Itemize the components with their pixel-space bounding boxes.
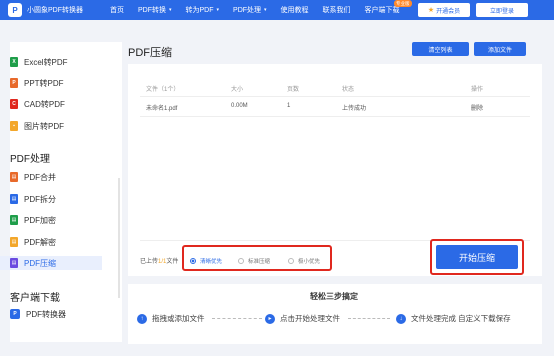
chevron-down-icon: ▾ <box>216 7 220 13</box>
split-icon: ▤ <box>10 194 18 204</box>
sidebar-scrollbar[interactable] <box>118 178 120 298</box>
col-pages: 页数 <box>287 87 300 93</box>
sidebar-item-cad-to-pdf[interactable]: C CAD转PDF <box>10 97 65 111</box>
sidebar-item-image-to-pdf[interactable]: ▪ 图片转PDF <box>10 119 64 133</box>
option-standard-compress[interactable]: 标准压缩 <box>238 257 270 265</box>
clear-list-button[interactable]: 清空列表 <box>412 42 469 56</box>
page-title: PDF压缩 <box>128 47 172 59</box>
download-icon: ↓ <box>396 313 406 324</box>
nav-home[interactable]: 首页 <box>110 5 124 15</box>
sidebar-item-excel-to-pdf[interactable]: X Excel转PDF <box>10 55 68 69</box>
table-divider <box>140 116 530 117</box>
option-clarity-first[interactable]: 清晰优先 <box>190 257 222 265</box>
pro-badge: 专业版 <box>394 0 412 7</box>
top-navbar: P 小圆象PDF转换器 首页 PDF转换 ▾ 转为PDF ▾ PDF处理 ▾ 使用教程… <box>0 0 554 20</box>
lock-icon: ▤ <box>10 215 18 225</box>
sidebar-item-pdf-merge[interactable]: ▤ PDF合并 <box>10 170 56 184</box>
cell-size: 0.00M <box>231 103 248 109</box>
upload-icon: ↑ <box>137 313 147 324</box>
chevron-down-icon: ▾ <box>264 7 267 13</box>
nav-contact[interactable]: 联系我们 <box>323 5 351 15</box>
cell-filename: 未命名1.pdf <box>146 106 178 112</box>
chevron-down-icon: ▾ <box>169 7 172 13</box>
sidebar-section-pdf-process: PDF处理 <box>10 154 50 165</box>
nav-to-pdf[interactable]: 转为PDF ▾ <box>186 5 220 15</box>
logo-icon: P <box>8 3 22 17</box>
main-nav: 首页 PDF转换 ▾ 转为PDF ▾ PDF处理 ▾ 使用教程 联系我们 客户端下载专… <box>110 0 414 15</box>
sidebar-section-download: 客户端下载 <box>10 293 60 304</box>
sidebar-item-pdf-compress[interactable]: ▤ PDF压缩 <box>0 256 102 270</box>
col-status: 状态 <box>342 87 355 93</box>
cell-status: 上传成功 <box>342 106 367 112</box>
radio-unselected <box>238 258 244 264</box>
step-1: ↑ 拖拽或添加文件 <box>137 313 205 324</box>
table-divider <box>140 96 530 97</box>
step-connector <box>212 318 262 319</box>
ppt-icon: P <box>10 78 18 88</box>
radio-selected <box>190 258 196 264</box>
sidebar-item-pdf-encrypt[interactable]: ▤ PDF加密 <box>10 213 56 227</box>
add-file-button[interactable]: 添加文件 <box>474 42 526 56</box>
logo[interactable]: P 小圆象PDF转换器 <box>8 3 94 17</box>
image-icon: ▪ <box>10 121 18 131</box>
sidebar-item-pdf-split[interactable]: ▤ PDF拆分 <box>10 192 56 206</box>
nav-pdf-convert[interactable]: PDF转换 ▾ <box>138 5 172 15</box>
sidebar-item-pdf-decrypt[interactable]: ▤ PDF解密 <box>10 235 56 249</box>
nav-tutorial[interactable]: 使用教程 <box>281 5 309 15</box>
logo-text: 小圆象PDF转换器 <box>27 7 83 14</box>
cad-icon: C <box>10 99 18 109</box>
process-icon: ▸ <box>265 313 275 324</box>
unlock-icon: ▤ <box>10 237 18 247</box>
merge-icon: ▤ <box>10 172 18 182</box>
app-icon: P <box>10 309 20 319</box>
step-3: ↓ 文件处理完成 自定义下载保存 <box>396 313 511 324</box>
nav-pdf-process[interactable]: PDF处理 ▾ <box>233 5 267 15</box>
sidebar-item-pdf-converter[interactable]: P PDF转换器 <box>10 307 66 321</box>
cell-pages: 1 <box>287 103 291 109</box>
col-file: 文件（1个） <box>146 87 180 93</box>
login-button[interactable]: 立即登录 <box>476 3 528 17</box>
compress-icon: ▤ <box>10 258 18 268</box>
vip-button[interactable]: ★ 开通会员 <box>418 3 470 17</box>
nav-client-download[interactable]: 客户端下载 专业版 <box>365 0 412 15</box>
delete-link[interactable]: 删除 <box>471 103 483 112</box>
start-compress-button[interactable]: 开始压缩 <box>436 245 518 269</box>
option-smallest-first[interactable]: 极小优先 <box>288 257 320 265</box>
steps-title: 轻松三步搞定 <box>310 292 358 301</box>
star-icon: ★ <box>427 7 435 14</box>
sidebar-item-ppt-to-pdf[interactable]: P PPT转PDF <box>10 76 64 90</box>
col-size: 大小 <box>231 87 244 93</box>
step-2: ▸ 点击开始处理文件 <box>265 313 340 324</box>
step-connector <box>348 318 390 319</box>
radio-unselected <box>288 258 294 264</box>
col-actions: 操作 <box>471 87 484 93</box>
upload-status: 已上传1/1文件 <box>140 259 179 265</box>
excel-icon: X <box>10 57 18 67</box>
